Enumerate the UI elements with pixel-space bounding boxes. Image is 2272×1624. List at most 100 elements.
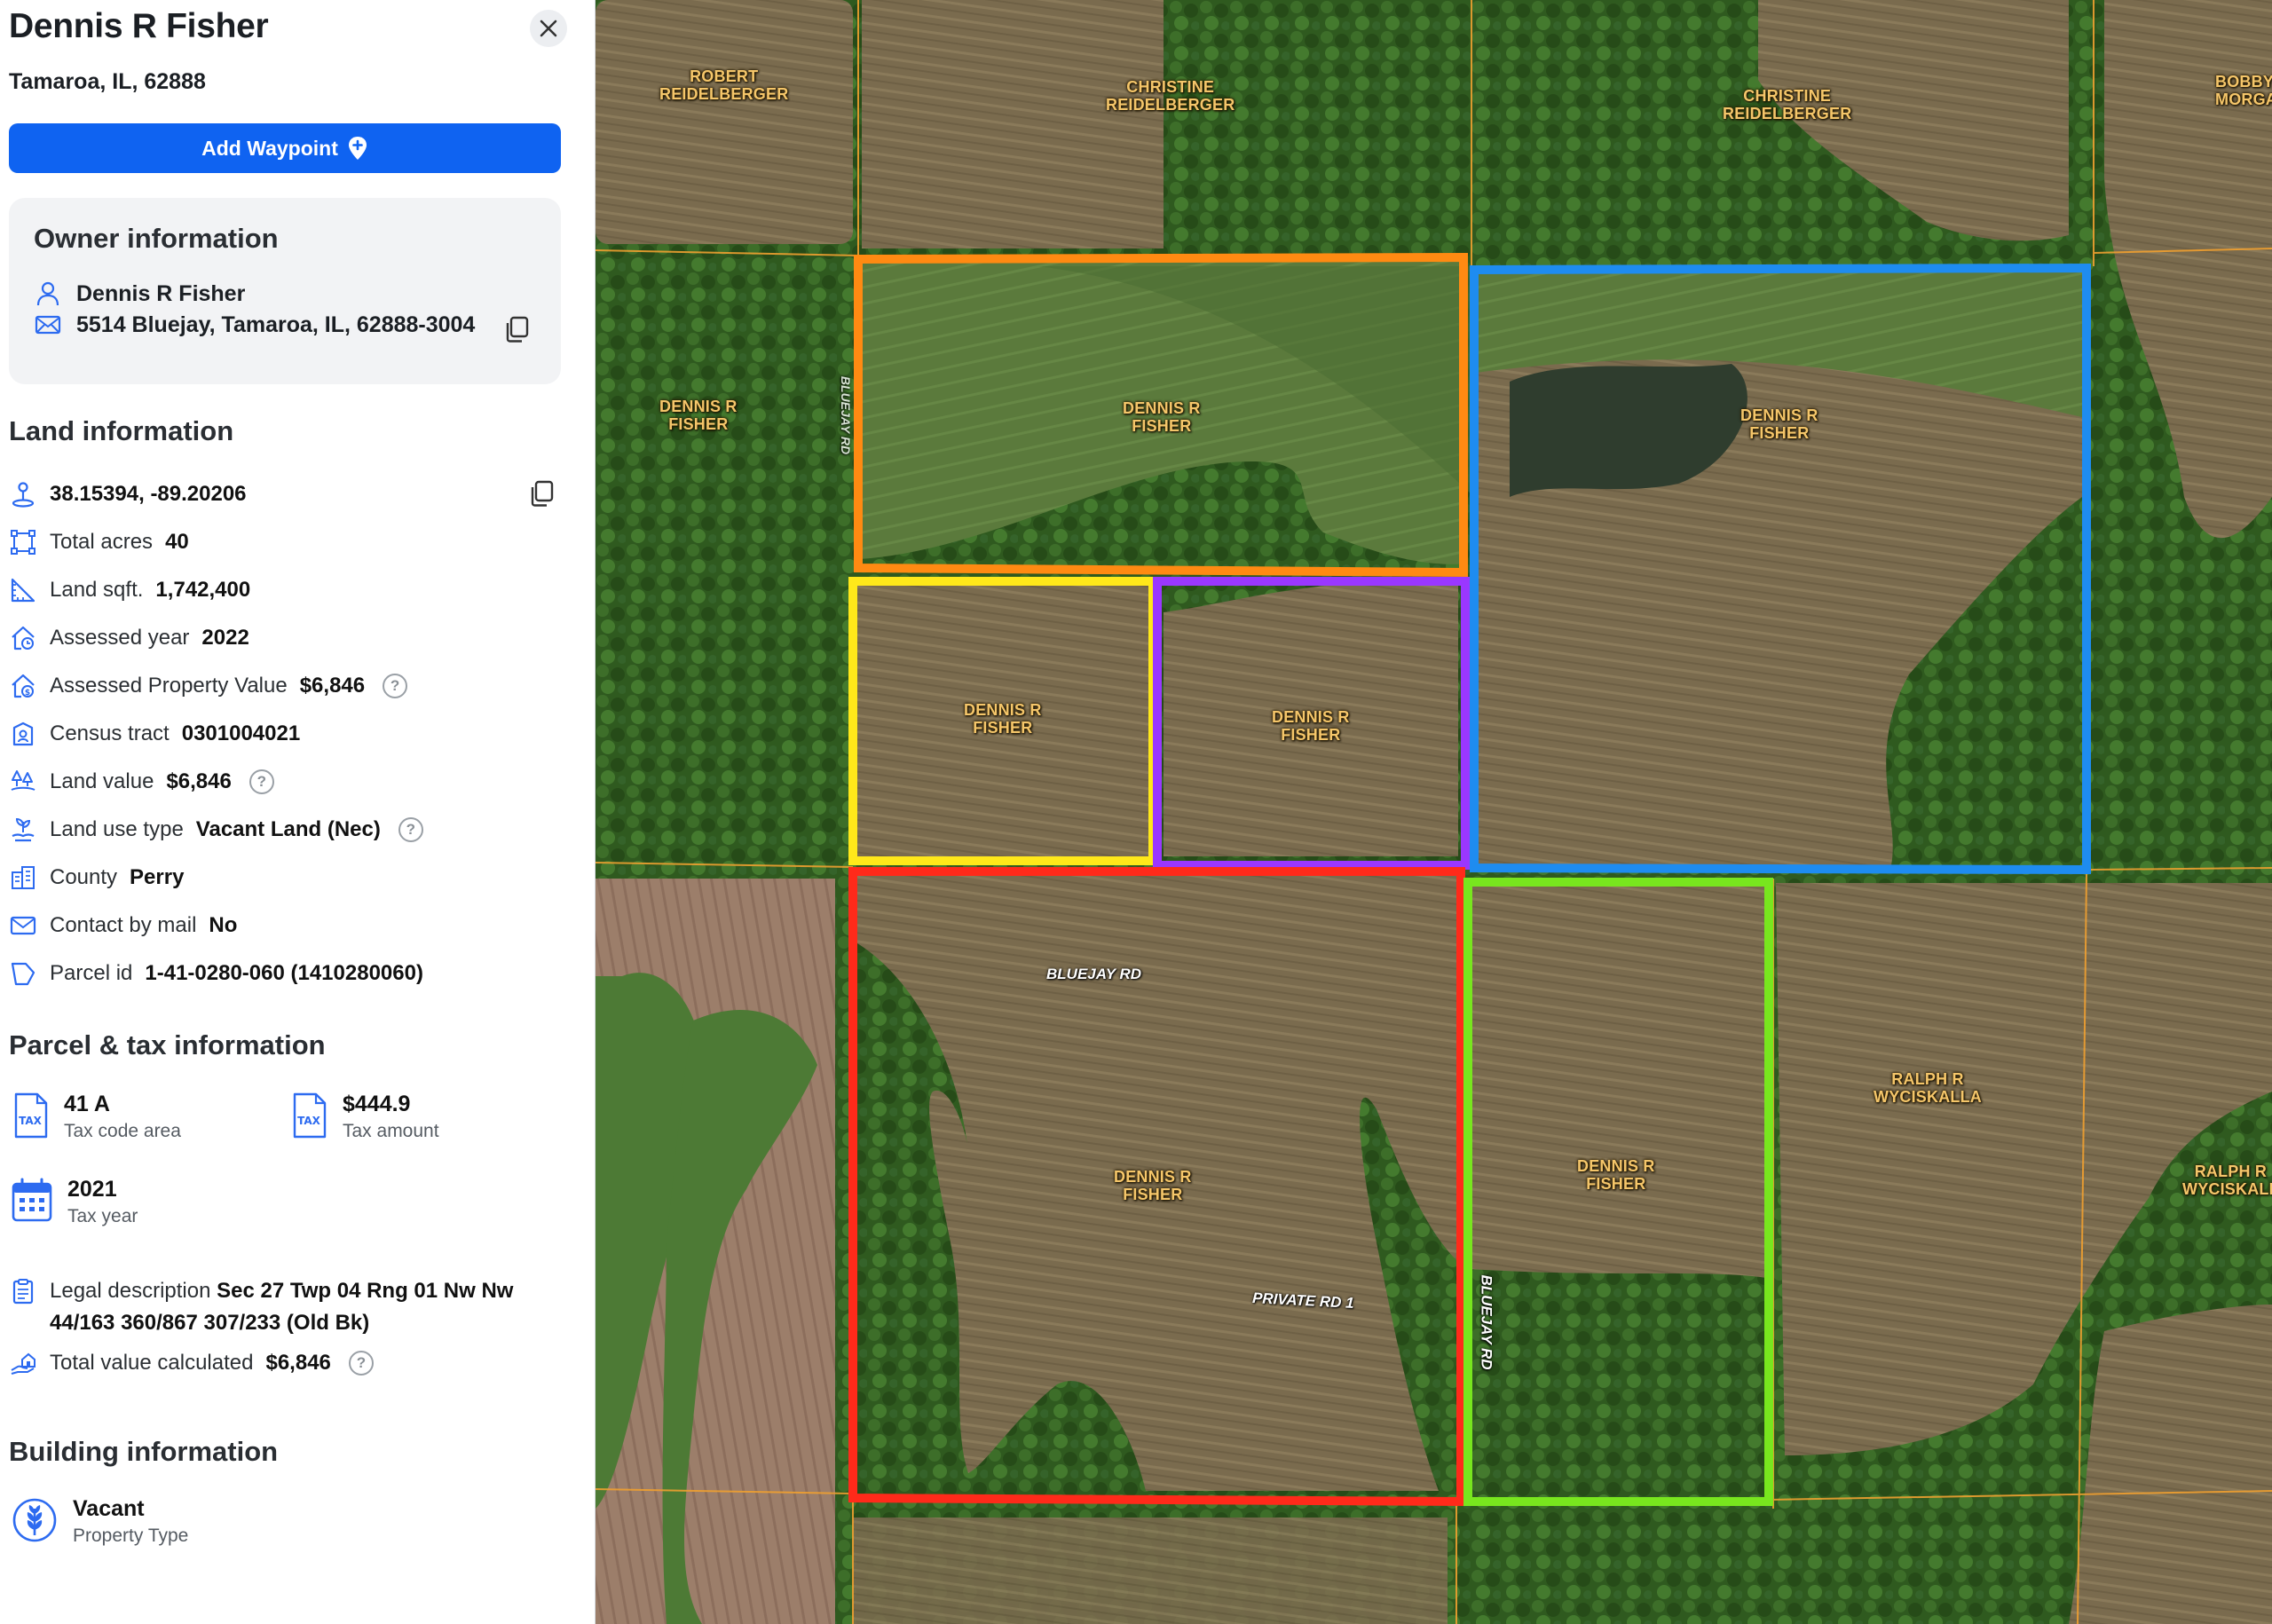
road-label-bluejay: BLUEJAY RD [1046,966,1142,982]
building-info-title: Building information [9,1436,279,1467]
land-use-row: Land use type Vacant Land (Nec) ? [9,806,568,854]
census-tract-row: Census tract 0301004021 [9,710,568,758]
tax-icon-text: TAX [19,1115,43,1127]
property-type-item: Vacant Property Type [11,1496,188,1547]
assessed-year-value: 2022 [201,626,249,650]
assessed-year-row: Assessed year 2022 [9,614,568,662]
map-label-fisher-yellow: DENNIS R FISHER [964,701,1042,737]
house-calendar-icon [9,624,37,652]
land-use-label: Land use type [50,817,184,841]
owner-address-row: 5514 Bluejay, Tamaroa, IL, 62888-3004 [34,311,475,339]
satellite-map[interactable]: ROBERT REIDELBERGER CHRISTINE REIDELBERG… [596,0,2272,1624]
land-sqft-value: 1,742,400 [155,578,251,602]
tax-info-title: Parcel & tax information [9,1029,326,1060]
parcel-id-value: 1-41-0280-060 (1410280060) [145,961,423,985]
help-icon[interactable]: ? [383,674,408,698]
map-label-fisher-green: DENNIS R FISHER [1577,1157,1655,1193]
parcel-id-label: Parcel id [50,961,133,985]
coordinates-value: 38.15394, -89.20206 [50,482,247,506]
map-label-fisher-orange: DENNIS R FISHER [1123,399,1201,435]
land-value-row: Land value $6,846 ? [9,758,568,806]
contact-mail-row: Contact by mail No [9,902,568,950]
land-sqft-label: Land sqft. [50,578,144,602]
plant-hand-icon [9,816,37,844]
owner-name-row: Dennis R Fisher [34,280,245,308]
area-frame-icon [9,528,37,556]
map-label-fisher-purple: DENNIS R FISHER [1272,708,1350,744]
map-label-robert: ROBERT REIDELBERGER [659,67,789,103]
map-label-fisher-red: DENNIS R FISHER [1114,1168,1192,1203]
owner-info-title: Owner information [34,223,279,254]
land-info-title: Land information [9,415,234,446]
close-button[interactable] [530,10,567,47]
help-icon[interactable]: ? [398,817,423,842]
assessed-value-value: $6,846 [299,674,366,698]
location-subtitle: Tamaroa, IL, 62888 [9,69,206,94]
owner-address: 5514 Bluejay, Tamaroa, IL, 62888-3004 [76,311,476,337]
total-value-calculated-label: Total value calculated [50,1351,254,1375]
property-sidebar: Dennis R Fisher Tamaroa, IL, 62888 Add W… [0,0,596,1624]
trees-dollar-icon [9,768,37,796]
map-imagery [596,0,2272,1624]
census-tract-label: Census tract [50,721,170,745]
map-label-ralph-1: RALPH R WYCISKALLA [1874,1070,1982,1106]
tax-year-item: 2021 Tax year [11,1177,138,1227]
owner-name: Dennis R Fisher [76,280,246,306]
parcel-id-row: Parcel id 1-41-0280-060 (1410280060) [9,950,568,997]
envelope-icon [34,311,62,339]
map-label-ralph-2: RALPH R WYCISKALL [2182,1163,2272,1198]
buildings-icon [9,863,37,892]
contact-mail-label: Contact by mail [50,913,197,937]
add-waypoint-button[interactable]: Add Waypoint [9,123,561,173]
tax-code-area-label: Tax code area [64,1121,181,1141]
person-icon [34,280,62,308]
svg-text:$: $ [25,689,30,698]
clipboard-icon [9,1277,37,1305]
envelope-icon [9,911,37,940]
census-tract-value: 0301004021 [181,721,301,745]
calendar-icon [12,1178,52,1222]
wheat-icon [12,1498,57,1542]
map-label-bobby: BOBBY MORGA [2215,73,2272,108]
copy-icon[interactable] [527,479,556,508]
total-acres-row: Total acres 40 [9,518,568,566]
tax-document-icon: TAX [293,1092,327,1139]
map-label-christine-2: CHRISTINE REIDELBERGER [1723,87,1852,122]
map-label-fisher-west: DENNIS R FISHER [659,398,738,433]
county-row: County Perry [9,854,568,902]
land-value-value: $6,846 [166,769,232,793]
property-type-value: Vacant [73,1496,145,1521]
tax-year-value: 2021 [67,1177,117,1202]
help-icon[interactable]: ? [348,1351,374,1376]
coordinates-row: 38.15394, -89.20206 [9,470,568,518]
hand-house-icon [9,1349,37,1377]
map-label-fisher-blue: DENNIS R FISHER [1740,406,1818,442]
help-icon[interactable]: ? [248,769,274,794]
close-icon [540,20,557,37]
assessed-value-label: Assessed Property Value [50,674,288,698]
legal-description-label: Legal description [50,1279,211,1303]
total-acres-label: Total acres [50,530,154,554]
tax-amount-value: $444.9 [343,1092,411,1116]
county-value: Perry [130,865,185,889]
tax-icon-text: TAX [297,1115,321,1127]
tax-code-area-item: TAX 41 A Tax code area [11,1092,181,1142]
tax-year-label: Tax year [67,1206,138,1226]
census-building-icon [9,720,37,748]
road-label-west-vertical: BLUEJAY RD [839,375,854,455]
page-title: Dennis R Fisher [9,7,269,45]
location-pin-icon [9,480,37,508]
owner-info-card: Owner information Dennis R Fisher 5514 B… [9,198,561,384]
county-label: County [50,865,118,889]
copy-icon[interactable] [502,315,531,343]
total-value-calculated-value: $6,846 [265,1351,331,1375]
road-label-bluejay-vertical: BLUEJAY RD [1478,1274,1495,1370]
contact-mail-value: No [209,913,238,937]
add-waypoint-label: Add Waypoint [201,136,338,160]
total-value-calculated-row: Total value calculated $6,846 ? [9,1349,374,1377]
map-pin-plus-icon [348,137,367,160]
total-acres-value: 40 [165,530,189,554]
property-type-label: Property Type [73,1525,189,1546]
tax-document-icon: TAX [14,1092,48,1139]
land-value-label: Land value [50,769,154,793]
